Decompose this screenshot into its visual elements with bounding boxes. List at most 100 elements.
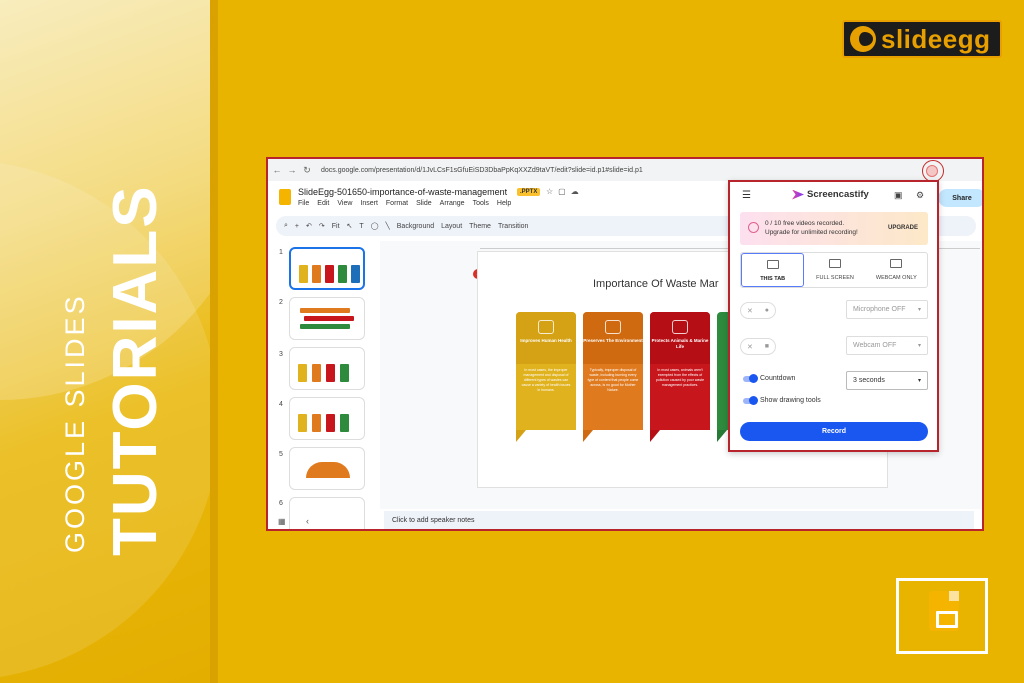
menu-bar: File Edit View Insert Format Slide Arran… [298, 200, 511, 207]
animal-icon [672, 320, 688, 334]
menu-view[interactable]: View [337, 200, 352, 207]
chevron-down-icon: ▾ [917, 307, 921, 313]
health-icon [538, 320, 554, 334]
drawing-tools-label: Show drawing tools [760, 397, 821, 404]
menu-help[interactable]: Help [497, 200, 511, 207]
line-icon[interactable]: ╲ [386, 222, 390, 230]
thumb-number: 6 [279, 500, 283, 507]
record-button[interactable]: Record [740, 422, 928, 441]
shape-icon[interactable]: ◯ [371, 222, 379, 230]
drawing-tools-row: Show drawing tools [740, 393, 928, 413]
webcam-toggle[interactable]: ✕ ■ [740, 338, 776, 355]
award-icon [748, 222, 759, 233]
countdown-label: Countdown [760, 375, 796, 382]
screencastify-extension-icon[interactable] [926, 165, 938, 177]
upgrade-button[interactable]: UPGRADE [888, 225, 918, 231]
slide-thumbnail[interactable] [289, 447, 365, 490]
share-button[interactable]: Share [938, 189, 982, 207]
countdown-select[interactable]: 3 seconds ▾ [846, 371, 928, 390]
theme-button[interactable]: Theme [469, 223, 491, 230]
menu-arrange[interactable]: Arrange [440, 200, 465, 207]
thumb-number: 2 [279, 299, 283, 306]
library-icon[interactable]: ▣ [894, 190, 903, 201]
banner-stripe [210, 0, 218, 683]
chevron-down-icon: ▾ [917, 343, 921, 349]
slides-doc-icon[interactable] [279, 189, 291, 205]
textbox-icon[interactable]: T [359, 223, 363, 230]
tab-full-screen[interactable]: FULL SCREEN [804, 253, 865, 287]
card-body: Typically, improper disposal of waste, i… [587, 368, 639, 392]
zoom-select[interactable]: Fit [332, 223, 340, 230]
slide-thumbnail[interactable] [289, 247, 365, 290]
menu-file[interactable]: File [298, 200, 309, 207]
url-text[interactable]: docs.google.com/presentation/d/1JvLCsF1s… [321, 167, 643, 174]
collapse-panel-icon[interactable]: ‹ [306, 516, 309, 526]
add-icon[interactable]: + [295, 223, 299, 230]
menu-tools[interactable]: Tools [473, 200, 489, 207]
screencastify-mark-icon [792, 189, 804, 200]
menu-insert[interactable]: Insert [360, 200, 378, 207]
countdown-toggle[interactable] [743, 374, 758, 383]
tab-webcam-only[interactable]: WEBCAM ONLY [866, 253, 927, 287]
slide-thumbnail[interactable] [289, 497, 365, 529]
slideegg-logo: slideegg [842, 20, 1002, 58]
slide-thumbnail[interactable] [289, 347, 365, 390]
google-slides-badge [896, 578, 988, 654]
thumb-number: 5 [279, 451, 283, 458]
chevron-down-icon: ▾ [917, 378, 921, 384]
mic-off-icon: ✕ [746, 307, 753, 315]
popup-header: ☰ Screencastify ▣ ⚙ [730, 182, 937, 210]
menu-edit[interactable]: Edit [317, 200, 329, 207]
webcam-row: ✕ ■ Webcam OFF ▾ [740, 336, 928, 356]
logo-icon [850, 26, 876, 52]
monitor-icon [828, 259, 841, 268]
slide-card: Preserves The Environment Typically, imp… [583, 312, 643, 442]
forward-icon[interactable]: → [286, 165, 298, 175]
screencastify-popup: ☰ Screencastify ▣ ⚙ 0 / 10 free videos r… [728, 180, 939, 452]
browser-tab-icon [766, 260, 779, 269]
webcam-select[interactable]: Webcam OFF ▾ [846, 336, 928, 355]
microphone-row: ✕ ● Microphone OFF ▾ [740, 300, 928, 320]
menu-slide[interactable]: Slide [416, 200, 432, 207]
microphone-select[interactable]: Microphone OFF ▾ [846, 300, 928, 319]
card-body: In most cases, animals aren't exempted f… [655, 368, 705, 387]
thumb-number: 1 [279, 249, 283, 256]
slide-card: Protects Animals & Marine Life In most c… [650, 312, 710, 442]
plant-icon [605, 320, 621, 334]
screenshot-frame: ← → ↻ docs.google.com/presentation/d/1Jv… [266, 157, 984, 531]
banner-text: 0 / 10 free videos recorded. Upgrade for… [765, 220, 858, 237]
reload-icon[interactable]: ↻ [301, 165, 313, 176]
transition-button[interactable]: Transition [498, 223, 528, 230]
back-icon[interactable]: ← [271, 165, 283, 175]
grid-view-icon[interactable]: ▦ [278, 517, 286, 526]
microphone-toggle[interactable]: ✕ ● [740, 302, 776, 319]
layout-button[interactable]: Layout [441, 223, 462, 230]
search-icon[interactable]: ⌕ [284, 222, 288, 230]
mic-icon: ● [764, 307, 770, 314]
hamburger-menu-icon[interactable]: ☰ [742, 190, 751, 201]
speaker-notes[interactable]: Click to add speaker notes [384, 511, 974, 529]
select-icon[interactable]: ↖ [347, 222, 353, 230]
pptx-badge: .PPTX [517, 188, 541, 196]
slide-filmstrip: 1 2 3 4 5 6 [268, 241, 372, 529]
browser-url-bar: ← → ↻ docs.google.com/presentation/d/1Jv… [268, 159, 982, 181]
gear-icon[interactable]: ⚙ [916, 190, 924, 201]
redo-icon[interactable]: ↷ [319, 222, 325, 230]
menu-format[interactable]: Format [386, 200, 408, 207]
undo-icon[interactable]: ↶ [306, 222, 312, 230]
upgrade-banner: 0 / 10 free videos recorded. Upgrade for… [740, 212, 928, 245]
tab-this-tab[interactable]: THIS TAB [741, 253, 805, 287]
brand-name: Screencastify [807, 189, 869, 200]
drawing-tools-toggle[interactable] [743, 396, 758, 405]
countdown-row: Countdown 3 seconds ▾ [740, 371, 928, 391]
doc-title[interactable]: SlideEgg-501650-importance-of-waste-mana… [298, 187, 507, 197]
star-icon[interactable]: ☆▢☁ [546, 187, 584, 196]
slide-title: Importance Of Waste Mar [593, 278, 719, 290]
logo-text: slideegg [881, 23, 991, 54]
slide-thumbnail[interactable] [289, 297, 365, 340]
slide-thumbnail[interactable] [289, 397, 365, 440]
webcam-icon [890, 259, 903, 268]
thumb-number: 4 [279, 401, 283, 408]
background-button[interactable]: Background [397, 223, 434, 230]
banner-subtitle: GOOGLE SLIDES [60, 293, 90, 553]
